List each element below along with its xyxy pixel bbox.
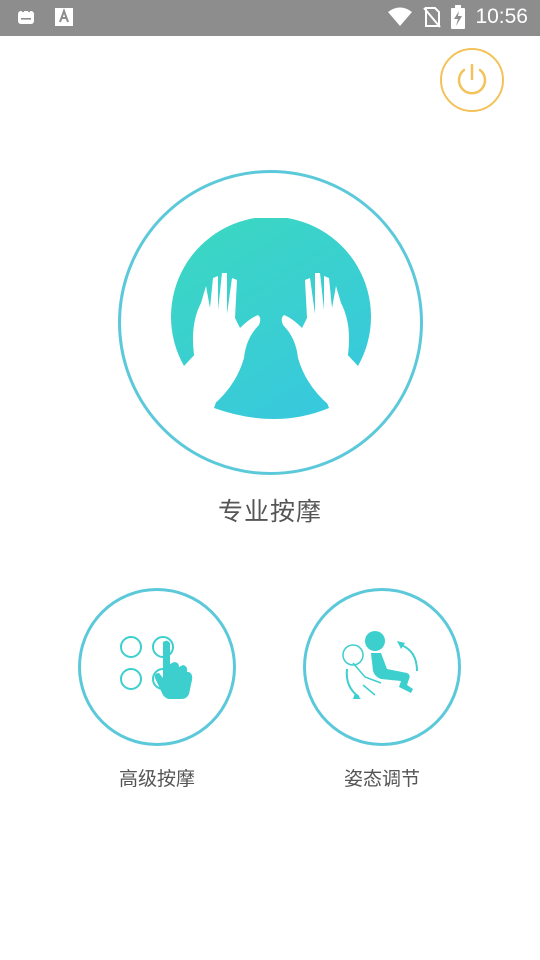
touch-grid-icon bbox=[120, 636, 193, 699]
power-icon bbox=[457, 63, 487, 95]
battery-charging-icon bbox=[451, 5, 466, 29]
android-notification-icon bbox=[18, 9, 34, 24]
wifi-icon bbox=[388, 7, 413, 26]
status-bar: 10:56 bbox=[0, 0, 540, 36]
posture-adjust-button[interactable] bbox=[303, 588, 461, 746]
status-clock: 10:56 bbox=[475, 5, 528, 28]
posture-adjust-icon bbox=[342, 631, 418, 699]
no-sim-icon bbox=[423, 7, 442, 28]
professional-massage-label: 专业按摩 bbox=[217, 497, 322, 526]
hands-massage-icon bbox=[170, 217, 371, 419]
posture-adjust-label: 姿态调节 bbox=[343, 768, 420, 790]
font-a-icon bbox=[55, 8, 73, 26]
advanced-massage-button[interactable] bbox=[78, 588, 236, 746]
power-button[interactable] bbox=[440, 48, 504, 112]
advanced-massage-label: 高级按摩 bbox=[118, 768, 195, 790]
professional-massage-button[interactable] bbox=[118, 170, 423, 475]
